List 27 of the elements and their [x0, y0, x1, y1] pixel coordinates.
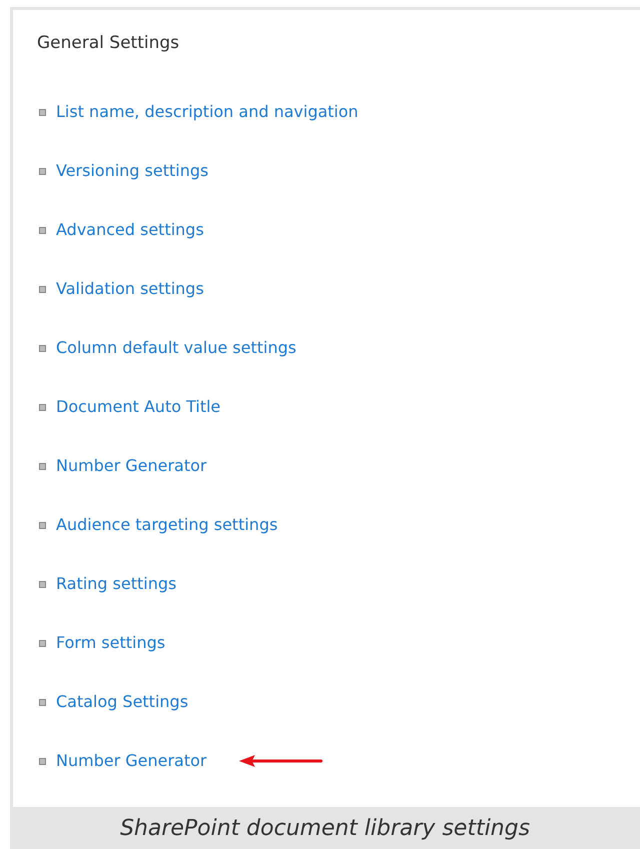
bullet-icon: [39, 168, 46, 174]
bullet-icon: [39, 226, 46, 234]
settings-link[interactable]: Column default value settings: [56, 336, 296, 360]
bullet-icon: [39, 698, 46, 706]
settings-link[interactable]: Number Generator: [56, 749, 207, 773]
settings-link[interactable]: Document Auto Title: [56, 395, 220, 419]
settings-link[interactable]: Catalog Settings: [56, 690, 188, 714]
figure-caption: SharePoint document library settings: [120, 814, 530, 842]
settings-link[interactable]: Validation settings: [56, 277, 204, 301]
settings-link[interactable]: Advanced settings: [56, 218, 204, 242]
bullet-icon: [39, 344, 46, 352]
bullet-icon: [39, 108, 46, 116]
settings-link[interactable]: Versioning settings: [56, 159, 208, 183]
bullet-icon: [39, 404, 46, 410]
settings-link[interactable]: List name, description and navigation: [56, 100, 358, 124]
bullet-icon: [39, 580, 46, 588]
settings-link[interactable]: Number Generator: [56, 454, 207, 478]
arrow-icon: [238, 754, 323, 768]
bullet-icon: [39, 462, 46, 470]
settings-link[interactable]: Audience targeting settings: [56, 513, 278, 537]
settings-link[interactable]: Rating settings: [56, 572, 176, 596]
settings-link[interactable]: Form settings: [56, 631, 166, 655]
bullet-icon: [39, 758, 46, 764]
section-title: General Settings: [37, 32, 180, 55]
bullet-icon: [39, 522, 46, 528]
bullet-icon: [39, 286, 46, 292]
bullet-icon: [39, 640, 46, 646]
